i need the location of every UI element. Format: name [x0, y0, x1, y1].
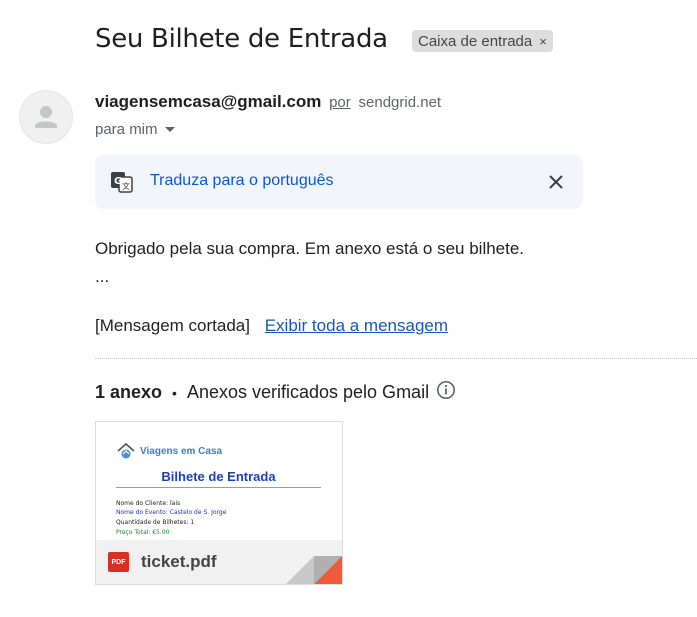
body-line: Obrigado pela sua compra. Em anexo está …	[95, 239, 525, 258]
email-subject: Seu Bilhete de Entrada	[95, 24, 388, 54]
preview-brand-name: Viagens em Casa	[140, 445, 223, 457]
attachment-count: 1 anexo	[95, 382, 163, 402]
label-chip-text: Caixa de entrada	[418, 32, 533, 50]
info-icon[interactable]	[436, 380, 456, 405]
svg-text:文: 文	[122, 181, 130, 191]
preview-brand: Viagens em Casa	[116, 442, 222, 460]
page-curl-icon	[286, 556, 342, 584]
chevron-down-icon[interactable]	[164, 127, 175, 132]
translate-icon: G 文	[110, 171, 134, 198]
verified-text: Anexos verificados pelo Gmail	[186, 382, 430, 402]
person-icon	[35, 106, 57, 128]
label-chip-inbox[interactable]: Caixa de entrada ×	[412, 30, 553, 52]
preview-field: Quantidade de Bilhetes: 1	[116, 519, 195, 526]
view-full-message-link[interactable]: Exibir toda a mensagem	[265, 316, 448, 335]
recipient-text: para mim	[95, 121, 158, 138]
house-logo-icon	[117, 442, 135, 459]
preview-title: Bilhete de Entrada	[161, 469, 276, 484]
preview-field: Nome do Evento: Castelo de S. Jorge	[116, 509, 227, 516]
via-label[interactable]: por	[329, 94, 351, 111]
remove-label-button[interactable]: ×	[539, 34, 547, 49]
attachment-preview: Viagens em Casa Bilhete de Entrada Nome …	[96, 422, 342, 540]
preview-field: Nome do Cliente: lais	[116, 500, 181, 507]
translate-link[interactable]: Traduza para o português	[150, 172, 334, 190]
preview-divider	[116, 487, 321, 488]
preview-field: Preço Total: €5.00	[116, 529, 170, 536]
message-body: Obrigado pela sua compra. Em anexo está …	[95, 235, 524, 291]
sender-avatar[interactable]	[19, 90, 73, 144]
clipped-label: [Mensagem cortada]	[95, 316, 250, 335]
clipped-message: [Mensagem cortada] Exibir toda a mensage…	[95, 316, 448, 336]
divider	[95, 358, 697, 359]
sender-email[interactable]: viagensemcasa@gmail.com	[95, 92, 321, 111]
separator-dot: •	[172, 384, 177, 401]
svg-text:G: G	[114, 176, 122, 187]
attachment-card[interactable]: Viagens em Casa Bilhete de Entrada Nome …	[95, 421, 343, 585]
attachment-filename: ticket.pdf	[141, 552, 217, 571]
pdf-icon: PDF	[108, 552, 129, 572]
translate-banner: G 文 Traduza para o português	[95, 155, 583, 209]
close-icon[interactable]	[548, 174, 564, 195]
recipient-line: para mim	[95, 121, 175, 138]
attachments-header: 1 anexo • Anexos verificados pelo Gmail	[95, 380, 456, 405]
sender-line: viagensemcasa@gmail.com por sendgrid.net	[95, 92, 441, 112]
via-domain: sendgrid.net	[358, 94, 442, 111]
body-ellipsis: ...	[95, 267, 110, 286]
